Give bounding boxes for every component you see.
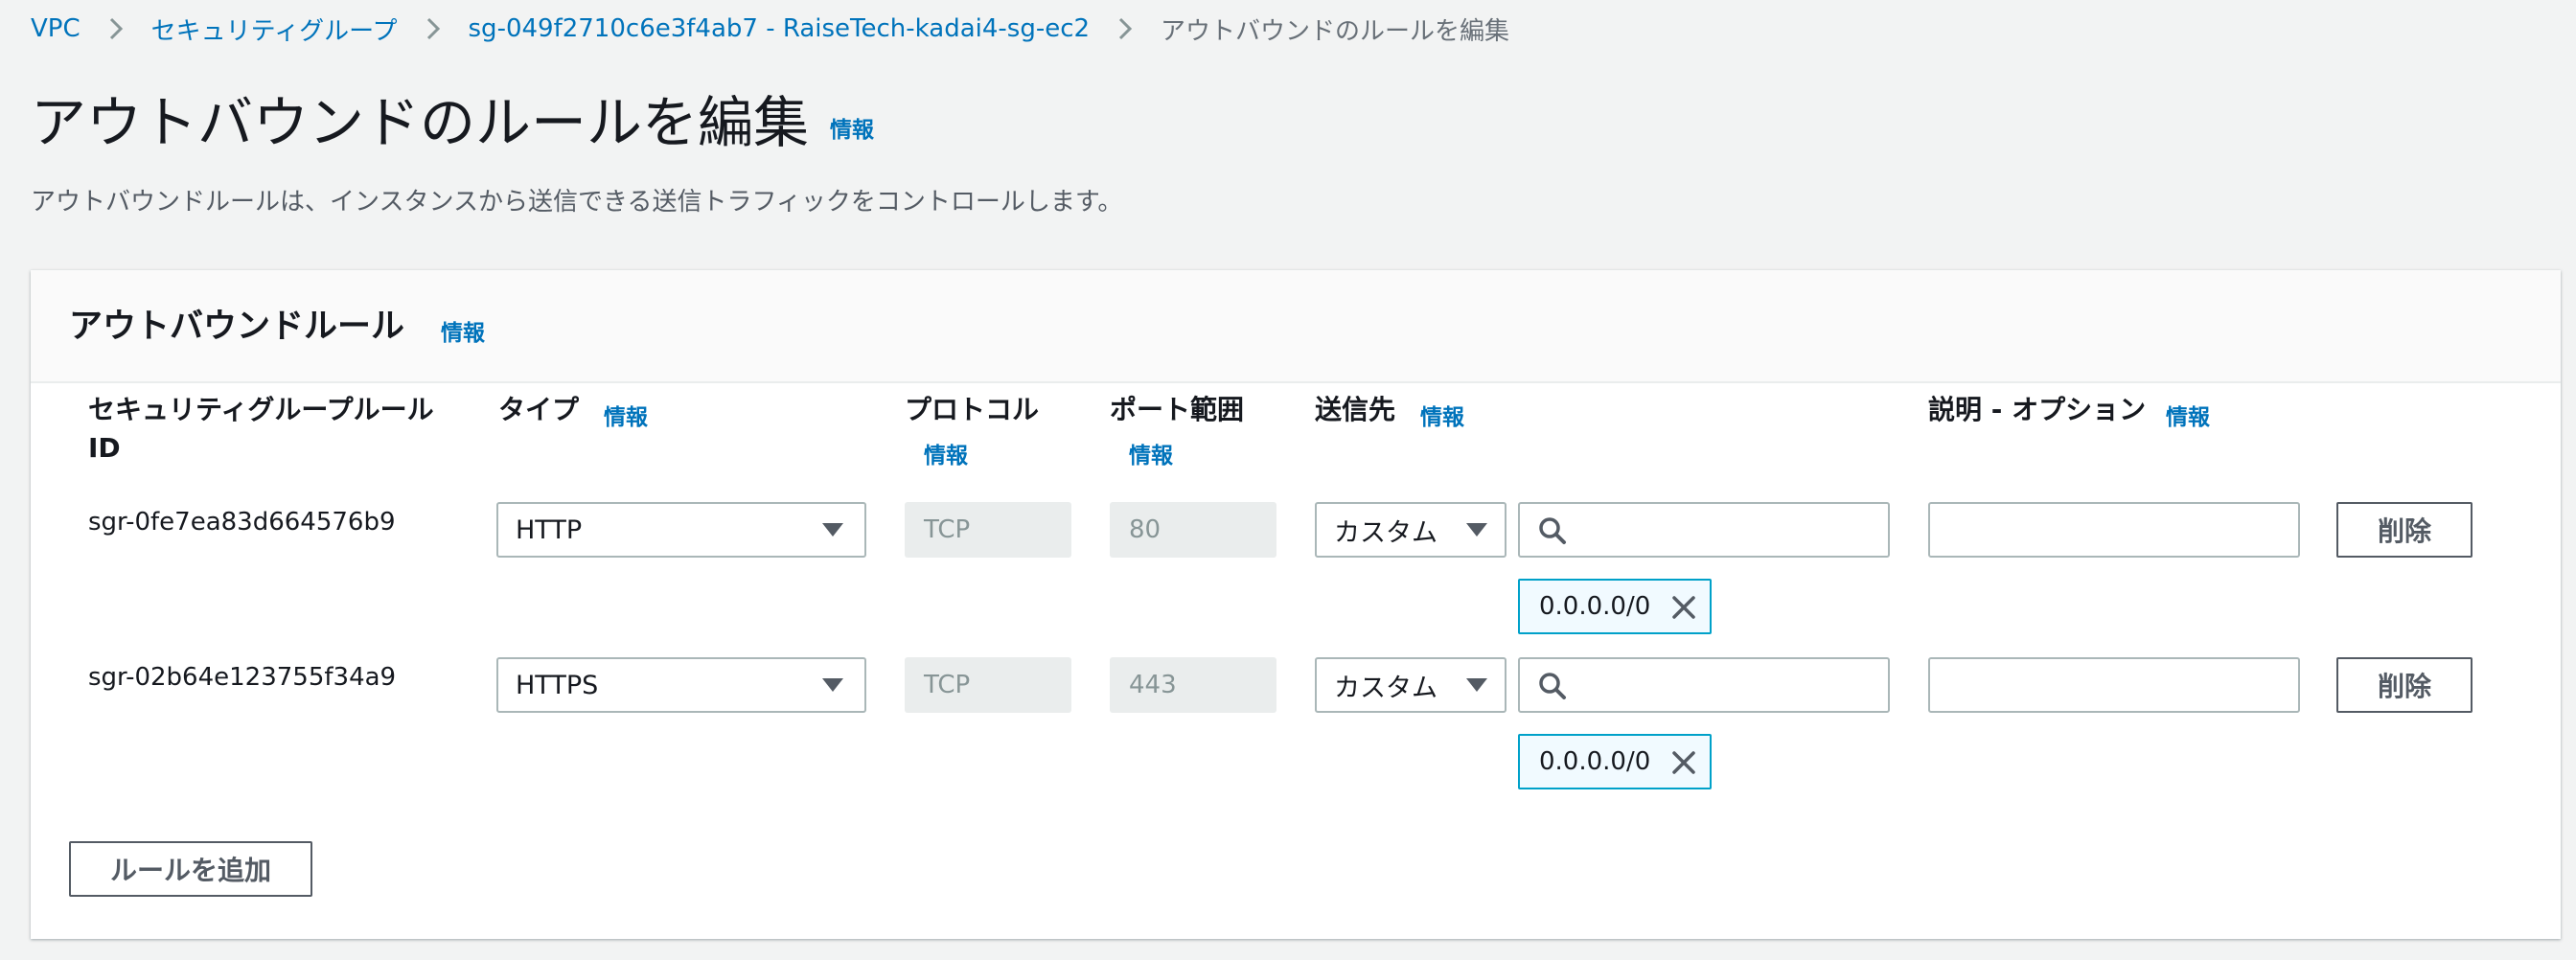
search-icon bbox=[1539, 673, 1566, 699]
destination-token-value: 0.0.0.0/0 bbox=[1539, 747, 1651, 776]
col-rule-id-line2: ID bbox=[88, 432, 121, 464]
port-range-field: 443 bbox=[1110, 657, 1276, 713]
rule-id: sgr-0fe7ea83d664576b9 bbox=[88, 508, 396, 537]
breadcrumb-vpc[interactable]: VPC bbox=[31, 14, 80, 43]
close-icon[interactable] bbox=[1671, 595, 1696, 620]
col-description-info[interactable]: 情報 bbox=[2166, 399, 2210, 431]
destination-search-input[interactable] bbox=[1518, 502, 1890, 558]
caret-down-icon bbox=[1466, 678, 1487, 692]
destination-token-value: 0.0.0.0/0 bbox=[1539, 592, 1651, 621]
caret-down-icon bbox=[822, 678, 843, 692]
destination-type-value: カスタム bbox=[1334, 517, 1438, 548]
outbound-rules-panel: アウトバウンドルール 情報 セキュリティグループルール ID タイプ 情報 プロ… bbox=[31, 270, 2561, 939]
col-rule-id: セキュリティグループルール ID bbox=[88, 391, 434, 468]
col-rule-id-line1: セキュリティグループルール bbox=[88, 394, 434, 425]
type-select[interactable]: HTTPS bbox=[496, 657, 866, 713]
caret-down-icon bbox=[1466, 523, 1487, 537]
col-destination: 送信先 bbox=[1315, 394, 1396, 425]
type-select[interactable]: HTTP bbox=[496, 502, 866, 558]
search-icon bbox=[1539, 517, 1566, 544]
type-select-value: HTTPS bbox=[516, 670, 599, 700]
destination-search-input[interactable] bbox=[1518, 657, 1890, 713]
destination-type-select[interactable]: カスタム bbox=[1315, 657, 1506, 713]
chevron-right-icon bbox=[100, 12, 132, 45]
protocol-field: TCP bbox=[905, 502, 1071, 558]
col-port-range-info[interactable]: 情報 bbox=[1129, 437, 1173, 469]
page-description: アウトバウンドルールは、インスタンスから送信できる送信トラフィックをコントロール… bbox=[31, 188, 1123, 217]
rule-id: sgr-02b64e123755f34a9 bbox=[88, 663, 397, 692]
destination-type-value: カスタム bbox=[1334, 673, 1438, 703]
page-info-link[interactable]: 情報 bbox=[830, 111, 874, 144]
breadcrumb: VPC セキュリティグループ sg-049f2710c6e3f4ab7 - Ra… bbox=[31, 11, 1509, 46]
close-icon[interactable] bbox=[1671, 750, 1696, 775]
breadcrumb-security-group[interactable]: sg-049f2710c6e3f4ab7 - RaiseTech-kadai4-… bbox=[469, 14, 1091, 43]
panel-info-link[interactable]: 情報 bbox=[441, 314, 485, 347]
panel-header: アウトバウンドルール 情報 bbox=[31, 270, 2561, 383]
col-destination-info[interactable]: 情報 bbox=[1420, 399, 1464, 431]
col-port-range: ポート範囲 bbox=[1110, 394, 1245, 425]
delete-rule-button[interactable]: 削除 bbox=[2336, 502, 2472, 558]
protocol-field: TCP bbox=[905, 657, 1071, 713]
description-input[interactable] bbox=[1928, 502, 2300, 558]
port-range-field: 80 bbox=[1110, 502, 1276, 558]
destination-token: 0.0.0.0/0 bbox=[1518, 579, 1712, 634]
chevron-right-icon bbox=[417, 12, 449, 45]
description-input[interactable] bbox=[1928, 657, 2300, 713]
delete-rule-button[interactable]: 削除 bbox=[2336, 657, 2472, 713]
page-title-row: アウトバウンドのルールを編集 情報 bbox=[31, 84, 874, 161]
page-title: アウトバウンドのルールを編集 bbox=[31, 90, 810, 155]
col-type-info[interactable]: 情報 bbox=[604, 399, 648, 431]
col-type: タイプ bbox=[498, 394, 580, 425]
caret-down-icon bbox=[822, 523, 843, 537]
col-protocol: プロトコル bbox=[905, 394, 1040, 425]
panel-title: アウトバウンドルール bbox=[69, 308, 405, 346]
add-rule-button[interactable]: ルールを追加 bbox=[69, 841, 312, 897]
destination-type-select[interactable]: カスタム bbox=[1315, 502, 1506, 558]
breadcrumb-security-groups[interactable]: セキュリティグループ bbox=[151, 11, 398, 47]
col-protocol-info[interactable]: 情報 bbox=[924, 437, 968, 469]
col-description: 説明 - オプション bbox=[1928, 394, 2147, 425]
breadcrumb-current: アウトバウンドのルールを編集 bbox=[1161, 16, 1510, 46]
chevron-right-icon bbox=[1109, 12, 1141, 45]
type-select-value: HTTP bbox=[516, 514, 583, 545]
destination-token: 0.0.0.0/0 bbox=[1518, 734, 1712, 789]
